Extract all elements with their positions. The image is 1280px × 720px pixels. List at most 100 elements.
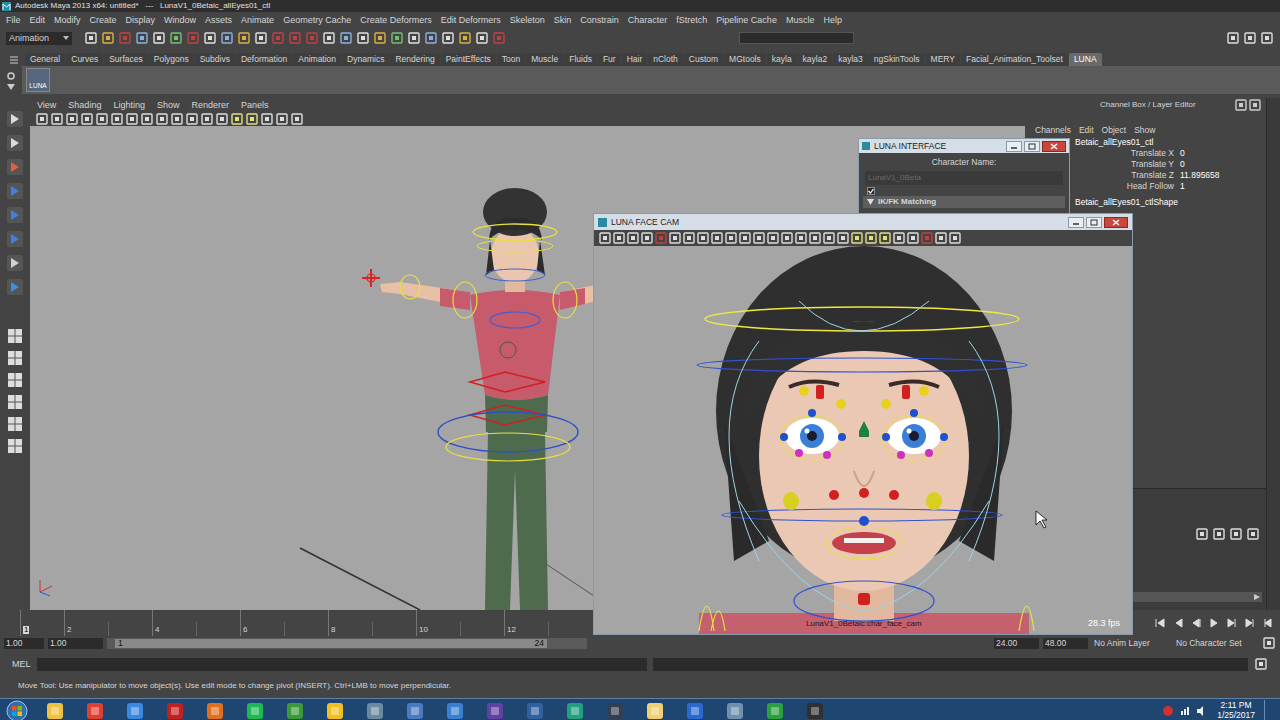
timeline-tick[interactable]: 2: [64, 610, 152, 636]
volume-icon[interactable]: [1196, 705, 1208, 717]
shelf-tab[interactable]: Surfaces: [104, 53, 148, 66]
viewport-tool-icon[interactable]: [155, 112, 169, 126]
tray-icon[interactable]: [1179, 705, 1191, 717]
taskbar-app-icon[interactable]: [86, 702, 104, 720]
status-tool-icon[interactable]: [424, 31, 438, 45]
shelf-tab[interactable]: Toon: [497, 53, 525, 66]
panel-toggle-icon[interactable]: [1243, 31, 1257, 45]
shelf-button[interactable]: LUNA: [26, 68, 50, 92]
layout-icon[interactable]: [7, 328, 23, 344]
face-cam-viewport[interactable]: LunaV1_0Betaic:char_face_cam28.3 fps: [594, 246, 1132, 634]
shelf-tab[interactable]: Fur: [598, 53, 621, 66]
viewport-tool-icon[interactable]: [95, 112, 109, 126]
cam-tool-icon[interactable]: [948, 231, 962, 245]
cam-tool-icon[interactable]: [794, 231, 808, 245]
viewport-tool-icon[interactable]: [200, 112, 214, 126]
shelf-tab[interactable]: Facial_Animation_Toolset: [961, 53, 1068, 66]
command-input[interactable]: [37, 658, 647, 671]
quick-field[interactable]: [739, 32, 854, 44]
menu-item[interactable]: Edit: [30, 16, 46, 25]
shelf-tab[interactable]: MGtools: [724, 53, 766, 66]
tool-icon[interactable]: [6, 206, 24, 224]
cam-tool-icon[interactable]: [696, 231, 710, 245]
cam-tool-icon[interactable]: [710, 231, 724, 245]
face-cam-titlebar[interactable]: LUNA FACE CAM: [594, 214, 1132, 230]
playback-icon[interactable]: [1208, 617, 1220, 629]
menu-item[interactable]: Display: [126, 16, 156, 25]
cam-tool-icon[interactable]: [738, 231, 752, 245]
status-tool-icon[interactable]: [237, 31, 251, 45]
status-tool-icon[interactable]: [118, 31, 132, 45]
mode-dropdown[interactable]: Animation: [6, 32, 72, 45]
viewport-tool-icon[interactable]: [245, 112, 259, 126]
shelf-arrow-icon[interactable]: [7, 84, 15, 90]
attribute-value[interactable]: 11.895658: [1178, 171, 1266, 180]
layout-icon[interactable]: [7, 394, 23, 410]
cam-tool-icon[interactable]: [878, 231, 892, 245]
layer-button-icon[interactable]: [1212, 527, 1226, 541]
cam-tool-icon[interactable]: [640, 231, 654, 245]
shelf-tab[interactable]: Curves: [66, 53, 103, 66]
channel-menu-item[interactable]: Show: [1134, 126, 1155, 135]
taskbar-app-icon[interactable]: [766, 702, 784, 720]
timeline-tick[interactable]: 10: [416, 610, 504, 636]
range-slider[interactable]: 124: [107, 638, 587, 649]
tool-icon[interactable]: [6, 158, 24, 176]
menu-item[interactable]: Muscle: [786, 16, 815, 25]
timeline-tick[interactable]: 4: [152, 610, 240, 636]
shelf-tab[interactable]: Fluids: [564, 53, 597, 66]
cam-tool-icon[interactable]: [682, 231, 696, 245]
cam-tool-icon[interactable]: [808, 231, 822, 245]
taskbar-app-icon[interactable]: [126, 702, 144, 720]
timeline-tick[interactable]: 1: [20, 610, 64, 636]
taskbar-app-icon[interactable]: [486, 702, 504, 720]
status-tool-icon[interactable]: [186, 31, 200, 45]
status-tool-icon[interactable]: [407, 31, 421, 45]
menu-item[interactable]: Animate: [241, 16, 274, 25]
attribute-value[interactable]: 0: [1178, 149, 1266, 158]
range-end-field[interactable]: 24.00: [994, 638, 1039, 649]
menu-item[interactable]: Edit Deformers: [441, 16, 501, 25]
layer-button-icon[interactable]: [1195, 527, 1209, 541]
viewport-tool-icon[interactable]: [290, 112, 304, 126]
menu-item[interactable]: File: [6, 16, 21, 25]
taskbar-app-icon[interactable]: [606, 702, 624, 720]
viewport-tool-icon[interactable]: [140, 112, 154, 126]
cam-tool-icon[interactable]: [598, 231, 612, 245]
shelf-tab[interactable]: Deformation: [236, 53, 292, 66]
shelf-tab[interactable]: kayla2: [798, 53, 833, 66]
status-tool-icon[interactable]: [492, 31, 506, 45]
script-editor-icon[interactable]: [1254, 657, 1268, 671]
shelf-tab[interactable]: General: [25, 53, 65, 66]
header-icon[interactable]: [1248, 98, 1262, 112]
shelf-gear-icon[interactable]: [6, 71, 16, 81]
clock[interactable]: 2:11 PM1/25/2017: [1213, 701, 1259, 720]
close-icon[interactable]: [1042, 141, 1066, 152]
shelf-tab[interactable]: kayla: [767, 53, 797, 66]
viewport-menu-item[interactable]: Show: [157, 101, 180, 110]
taskbar-app-icon[interactable]: [366, 702, 384, 720]
shelf-menu-icon[interactable]: [6, 54, 24, 66]
status-tool-icon[interactable]: [220, 31, 234, 45]
taskbar-app-icon[interactable]: [646, 702, 664, 720]
layout-icon[interactable]: [7, 350, 23, 366]
tray-icon[interactable]: [1162, 705, 1174, 717]
playback-icon[interactable]: [1190, 617, 1202, 629]
status-tool-icon[interactable]: [322, 31, 336, 45]
menu-item[interactable]: Character: [628, 16, 668, 25]
viewport-tool-icon[interactable]: [260, 112, 274, 126]
range-start-field[interactable]: 1.00: [48, 638, 103, 649]
menu-item[interactable]: Create: [90, 16, 117, 25]
status-tool-icon[interactable]: [152, 31, 166, 45]
cam-tool-icon[interactable]: [864, 231, 878, 245]
layout-icon[interactable]: [7, 438, 23, 454]
menu-item[interactable]: Window: [164, 16, 196, 25]
playback-icon[interactable]: [1226, 617, 1238, 629]
status-tool-icon[interactable]: [271, 31, 285, 45]
tool-icon[interactable]: [6, 230, 24, 248]
taskbar-app-icon[interactable]: [206, 702, 224, 720]
scroll-right-icon[interactable]: [1254, 594, 1260, 600]
prefs-icon[interactable]: [1262, 636, 1276, 650]
cam-tool-icon[interactable]: [920, 231, 934, 245]
menu-item[interactable]: Skin: [554, 16, 572, 25]
